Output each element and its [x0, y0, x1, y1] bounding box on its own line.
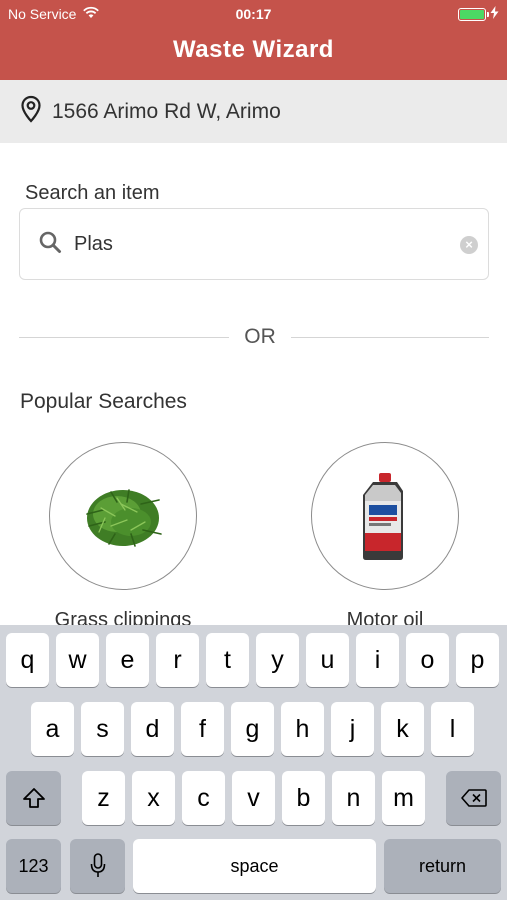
key-w[interactable]: w — [56, 633, 99, 687]
app-title: Waste Wizard — [173, 36, 334, 63]
address-text: 1566 Arimo Rd W, Arimo — [52, 99, 281, 123]
key-a[interactable]: a — [31, 702, 74, 756]
key-i[interactable]: i — [356, 633, 399, 687]
key-p[interactable]: p — [456, 633, 499, 687]
status-bar: No Service 00:17 — [0, 0, 507, 28]
key-c[interactable]: c — [182, 771, 225, 825]
key-y[interactable]: y — [256, 633, 299, 687]
key-q[interactable]: q — [6, 633, 49, 687]
key-d[interactable]: d — [131, 702, 174, 756]
numbers-key[interactable]: 123 — [6, 839, 61, 893]
divider-line-right — [291, 337, 489, 338]
key-b[interactable]: b — [282, 771, 325, 825]
key-l[interactable]: l — [431, 702, 474, 756]
key-m[interactable]: m — [382, 771, 425, 825]
status-time: 00:17 — [235, 6, 272, 22]
onscreen-keyboard: qwertyuiop asdfghjkl zxcvbnm 123 space r… — [0, 625, 507, 900]
motor-oil-bottle-image — [311, 442, 459, 590]
or-divider: OR — [19, 322, 489, 352]
key-k[interactable]: k — [381, 702, 424, 756]
backspace-icon — [460, 789, 487, 807]
popular-searches-title: Popular Searches — [20, 390, 187, 413]
key-x[interactable]: x — [132, 771, 175, 825]
backspace-key[interactable] — [446, 771, 501, 825]
search-input[interactable]: Plas × — [19, 208, 489, 280]
space-key[interactable]: space — [133, 839, 376, 893]
key-f[interactable]: f — [181, 702, 224, 756]
return-key[interactable]: return — [384, 839, 501, 893]
popular-item-grass-clippings[interactable]: Grass clippings — [49, 442, 197, 631]
search-icon — [38, 230, 62, 259]
clear-search-button[interactable]: × — [460, 236, 478, 254]
key-r[interactable]: r — [156, 633, 199, 687]
key-z[interactable]: z — [82, 771, 125, 825]
microphone-icon — [90, 853, 105, 877]
app-header: No Service 00:17 Waste Wizard — [0, 0, 507, 80]
battery-icon — [458, 7, 489, 21]
popular-item-motor-oil[interactable]: Motor oil — [311, 442, 459, 631]
location-pin-icon — [20, 95, 42, 128]
search-input-value: Plas — [74, 232, 113, 255]
key-j[interactable]: j — [331, 702, 374, 756]
key-o[interactable]: o — [406, 633, 449, 687]
shift-key[interactable] — [6, 771, 61, 825]
grass-image — [49, 442, 197, 590]
address-bar[interactable]: 1566 Arimo Rd W, Arimo — [0, 80, 507, 143]
key-t[interactable]: t — [206, 633, 249, 687]
status-right — [458, 6, 499, 22]
search-label: Search an item — [25, 182, 160, 204]
key-v[interactable]: v — [232, 771, 275, 825]
key-u[interactable]: u — [306, 633, 349, 687]
key-n[interactable]: n — [332, 771, 375, 825]
charging-icon — [490, 6, 499, 22]
shift-icon — [22, 788, 45, 808]
key-e[interactable]: e — [106, 633, 149, 687]
key-s[interactable]: s — [81, 702, 124, 756]
key-h[interactable]: h — [281, 702, 324, 756]
dictation-key[interactable] — [70, 839, 125, 893]
key-g[interactable]: g — [231, 702, 274, 756]
